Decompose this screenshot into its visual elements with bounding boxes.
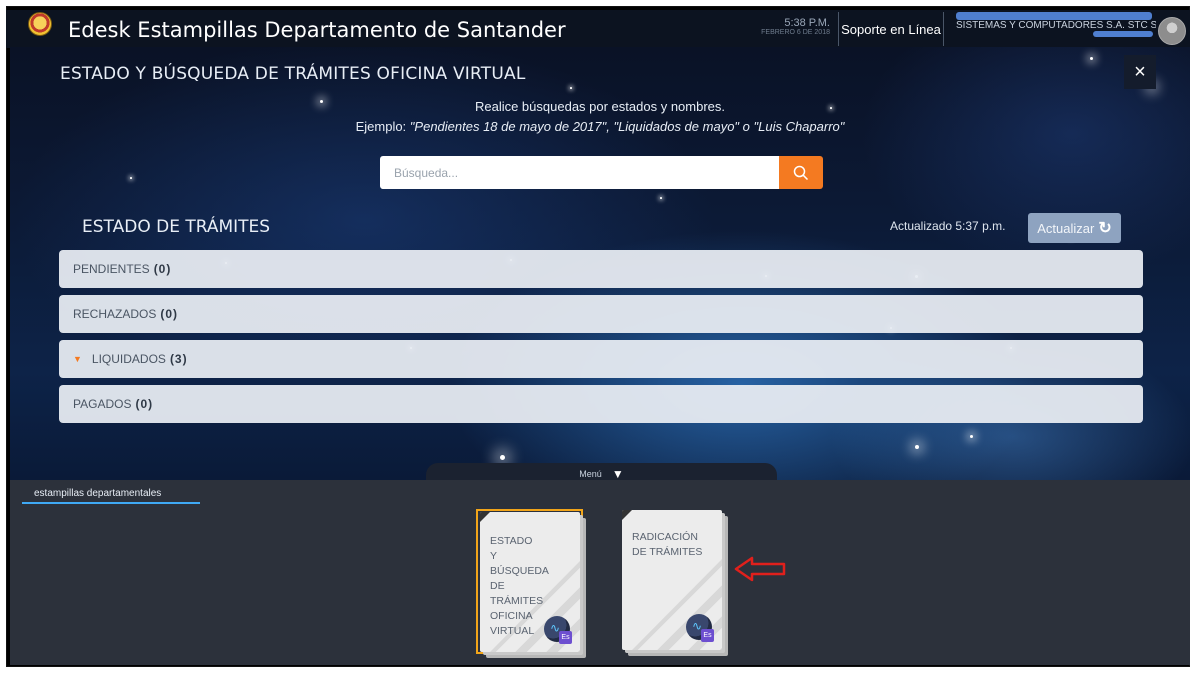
- refresh-icon: ↻: [1098, 220, 1112, 237]
- status-label: LIQUIDADOS: [91, 352, 166, 366]
- search-icon: [793, 165, 809, 180]
- redaction-mark: [1093, 31, 1153, 37]
- user-name: SISTEMAS Y COMPUTADORES S.A. STC SA: [956, 20, 1156, 31]
- category-tab[interactable]: estampillas departamentales: [34, 488, 161, 499]
- tile-label: RADICACIÓN DE TRÁMITES: [632, 531, 703, 558]
- status-count: (3): [169, 352, 188, 366]
- tile-estado-busqueda[interactable]: ESTADO Y BÚSQUEDA DE TRÁMITES OFICINA VI…: [480, 512, 580, 652]
- clock-date: FEBRERO 6 DE 2018: [761, 29, 830, 36]
- status-count: (0): [135, 397, 154, 411]
- tile-corner-mark: [480, 512, 490, 522]
- status-row-liquidados[interactable]: ▼ LIQUIDADOS (3): [59, 340, 1143, 378]
- star: [970, 435, 973, 438]
- star: [915, 445, 919, 449]
- search-bar: [380, 156, 823, 189]
- status-label: RECHAZADOS: [73, 307, 157, 321]
- triangle-down-icon: ▼: [611, 467, 624, 481]
- online-support-link[interactable]: Soporte en Línea: [838, 12, 944, 46]
- es-app-icon: ∿ Es: [686, 614, 714, 642]
- star: [500, 455, 505, 460]
- search-example: Ejemplo: "Pendientes 18 de mayo de 2017"…: [10, 119, 1190, 134]
- es-badge-icon: Es: [701, 629, 714, 642]
- star: [660, 197, 662, 199]
- tile-label: ESTADO Y BÚSQUEDA DE TRÁMITES OFICINA VI…: [490, 535, 549, 637]
- redaction-mark: [956, 12, 1152, 20]
- tile-radicacion[interactable]: RADICACIÓN DE TRÁMITES ∿ Es: [622, 510, 722, 650]
- es-badge-icon: Es: [559, 631, 572, 644]
- star: [130, 177, 132, 179]
- app-title: Edesk Estampillas Departamento de Santan…: [68, 18, 566, 42]
- es-app-icon: ∿ Es: [544, 616, 572, 644]
- search-button[interactable]: [779, 156, 823, 189]
- section-title: ESTADO DE TRÁMITES: [82, 217, 271, 237]
- annotation-arrow-icon: [734, 556, 786, 582]
- status-count: (0): [160, 307, 179, 321]
- search-example-text: "Pendientes 18 de mayo de 2017", "Liquid…: [409, 119, 845, 134]
- star: [570, 87, 572, 89]
- search-panel: ESTADO Y BÚSQUEDA DE TRÁMITES OFICINA VI…: [10, 47, 1190, 480]
- search-input[interactable]: [380, 156, 779, 189]
- status-row-pendientes[interactable]: PENDIENTES (0): [59, 250, 1143, 288]
- refresh-button[interactable]: Actualizar ↻: [1028, 213, 1121, 243]
- refresh-label: Actualizar: [1037, 220, 1095, 236]
- status-row-rechazados[interactable]: RECHAZADOS (0): [59, 295, 1143, 333]
- tile-corner-mark: [622, 510, 632, 520]
- panel-title: ESTADO Y BÚSQUEDA DE TRÁMITES OFICINA VI…: [60, 64, 526, 84]
- search-hint: Realice búsquedas por estados y nombres.: [474, 99, 726, 114]
- app-logo-icon: [28, 12, 52, 36]
- close-button[interactable]: ×: [1124, 55, 1156, 89]
- app-menu-drawer: estampillas departamentales: [10, 480, 1190, 665]
- star: [1090, 57, 1093, 60]
- status-label: PAGADOS: [73, 397, 132, 411]
- status-row-pagados[interactable]: PAGADOS (0): [59, 385, 1143, 423]
- clock: 5:38 P.M. FEBRERO 6 DE 2018: [761, 17, 830, 36]
- last-updated: Actualizado 5:37 p.m.: [890, 219, 1006, 233]
- search-example-prefix: Ejemplo:: [355, 119, 410, 134]
- user-avatar[interactable]: [1158, 17, 1186, 45]
- user-menu[interactable]: SISTEMAS Y COMPUTADORES S.A. STC SA: [950, 12, 1156, 46]
- status-count: (0): [153, 262, 172, 276]
- status-label: PENDIENTES: [73, 262, 150, 276]
- clock-time: 5:38 P.M.: [784, 17, 830, 29]
- menu-label: Menú: [579, 469, 602, 479]
- category-tab-underline: [22, 502, 200, 504]
- expanded-caret-icon: ▼: [73, 354, 82, 364]
